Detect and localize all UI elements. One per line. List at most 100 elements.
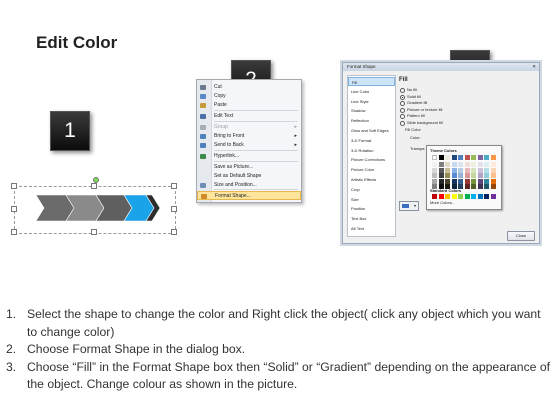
menu-item-save-as-picture[interactable]: Save as Picture... bbox=[197, 163, 301, 172]
color-swatch[interactable] bbox=[490, 178, 496, 184]
nav-item-line-style[interactable]: Line Style bbox=[348, 97, 395, 106]
color-swatch[interactable] bbox=[490, 162, 496, 167]
color-swatch[interactable] bbox=[484, 194, 489, 199]
menu-item-set-as-default-shape[interactable]: Set as Default Shape bbox=[197, 172, 301, 181]
color-swatch[interactable] bbox=[451, 178, 457, 184]
fill-option-solid-fill[interactable]: Solid fill bbox=[400, 94, 530, 100]
menu-item-send-to-back[interactable]: Send to Back ▸ bbox=[197, 141, 301, 150]
color-swatch[interactable] bbox=[471, 184, 476, 189]
color-swatch[interactable] bbox=[464, 173, 470, 178]
chevron-process-shape[interactable] bbox=[14, 186, 176, 236]
color-swatch[interactable] bbox=[464, 162, 470, 167]
color-swatch[interactable] bbox=[438, 162, 444, 167]
color-swatch[interactable] bbox=[432, 167, 437, 173]
fill-option-gradient-fill[interactable]: Gradient fill bbox=[400, 100, 530, 106]
color-swatch[interactable] bbox=[484, 162, 489, 167]
menu-item-edit-text[interactable]: Edit Text bbox=[197, 112, 301, 121]
color-swatch[interactable] bbox=[490, 167, 496, 173]
color-swatch[interactable] bbox=[464, 184, 470, 189]
color-swatch[interactable] bbox=[445, 173, 450, 178]
radio-button[interactable] bbox=[400, 94, 405, 100]
nav-item-picture-corrections[interactable]: Picture Corrections bbox=[348, 155, 395, 164]
more-colors-item[interactable]: More Colors... bbox=[430, 200, 455, 205]
color-swatch[interactable] bbox=[471, 178, 476, 184]
radio-button[interactable] bbox=[400, 114, 405, 119]
color-swatch[interactable] bbox=[484, 167, 489, 173]
color-swatch[interactable] bbox=[458, 167, 463, 173]
nav-item-crop[interactable]: Crop bbox=[348, 185, 395, 194]
menu-item-cut[interactable]: Cut bbox=[197, 83, 301, 92]
color-swatch[interactable] bbox=[477, 162, 483, 167]
nav-item-3-d-format[interactable]: 3-D Format bbox=[348, 136, 395, 145]
color-swatch[interactable] bbox=[445, 178, 450, 184]
color-swatch[interactable] bbox=[471, 194, 476, 199]
radio-button[interactable] bbox=[400, 107, 405, 113]
color-swatch[interactable] bbox=[445, 155, 450, 160]
color-swatch[interactable] bbox=[477, 184, 483, 189]
color-swatch[interactable] bbox=[458, 194, 463, 199]
color-swatch[interactable] bbox=[477, 194, 483, 199]
color-swatch[interactable] bbox=[432, 155, 437, 160]
color-swatch[interactable] bbox=[458, 178, 463, 184]
menu-item-copy[interactable]: Copy bbox=[197, 92, 301, 101]
color-swatch[interactable] bbox=[438, 173, 444, 178]
color-swatch[interactable] bbox=[464, 194, 470, 199]
nav-item-3-d-rotation[interactable]: 3-D Rotation bbox=[348, 146, 395, 155]
color-swatch[interactable] bbox=[464, 178, 470, 184]
rotation-handle[interactable] bbox=[93, 177, 99, 183]
color-swatch[interactable] bbox=[445, 194, 450, 199]
color-swatch[interactable] bbox=[445, 162, 450, 167]
color-swatch[interactable] bbox=[432, 173, 437, 178]
color-swatch[interactable] bbox=[477, 167, 483, 173]
color-swatch[interactable] bbox=[471, 162, 476, 167]
color-swatch[interactable] bbox=[490, 173, 496, 178]
color-swatch[interactable] bbox=[458, 173, 463, 178]
color-swatch[interactable] bbox=[471, 173, 476, 178]
color-swatch[interactable] bbox=[477, 155, 483, 160]
fill-option-no-fill[interactable]: No fill bbox=[400, 87, 530, 93]
color-swatch[interactable] bbox=[432, 162, 437, 167]
radio-button[interactable] bbox=[400, 101, 405, 106]
color-swatch[interactable] bbox=[451, 194, 457, 199]
color-swatch[interactable] bbox=[451, 155, 457, 160]
nav-item-fill[interactable]: Fill bbox=[348, 77, 395, 86]
color-swatch[interactable] bbox=[490, 184, 496, 189]
fill-option-picture-or-texture-fill[interactable]: Picture or texture fill bbox=[400, 107, 530, 113]
nav-item-line-color[interactable]: Line Color bbox=[348, 87, 395, 96]
menu-item-paste[interactable]: Paste bbox=[197, 101, 301, 110]
color-swatch[interactable] bbox=[464, 167, 470, 173]
nav-item-position[interactable]: Position bbox=[348, 204, 395, 213]
color-swatch[interactable] bbox=[471, 167, 476, 173]
nav-item-text-box[interactable]: Text Box bbox=[348, 214, 395, 223]
color-swatch[interactable] bbox=[451, 162, 457, 167]
color-swatch[interactable] bbox=[484, 155, 489, 160]
color-swatch[interactable] bbox=[432, 194, 437, 199]
menu-item-size-and-position[interactable]: Size and Position... bbox=[197, 181, 301, 190]
color-swatch[interactable] bbox=[484, 184, 489, 189]
close-button[interactable]: Close bbox=[507, 231, 535, 241]
nav-item-glow-and-soft-edges[interactable]: Glow and Soft Edges bbox=[348, 126, 395, 135]
nav-item-artistic-effects[interactable]: Artistic Effects bbox=[348, 175, 395, 184]
radio-button[interactable] bbox=[400, 88, 405, 93]
nav-item-shadow[interactable]: Shadow bbox=[348, 106, 395, 115]
color-swatch[interactable] bbox=[484, 178, 489, 184]
color-swatch[interactable] bbox=[477, 173, 483, 178]
color-swatch[interactable] bbox=[438, 194, 444, 199]
color-swatch[interactable] bbox=[438, 155, 444, 160]
color-swatch[interactable] bbox=[464, 155, 470, 160]
menu-item-hyperlink[interactable]: Hyperlink... bbox=[197, 152, 301, 161]
color-swatch[interactable] bbox=[458, 155, 463, 160]
menu-item-format-shape[interactable]: Format Shape... bbox=[197, 191, 301, 200]
close-icon[interactable]: ✕ bbox=[532, 63, 536, 71]
color-swatch[interactable] bbox=[432, 178, 437, 184]
color-swatch[interactable] bbox=[484, 173, 489, 178]
radio-button[interactable] bbox=[400, 120, 405, 126]
nav-item-size[interactable]: Size bbox=[348, 195, 395, 204]
color-swatch[interactable] bbox=[471, 155, 476, 160]
color-swatch[interactable] bbox=[445, 167, 450, 173]
fill-option-slide-background-fill[interactable]: Slide background fill bbox=[400, 120, 530, 126]
nav-item-reflection[interactable]: Reflection bbox=[348, 116, 395, 125]
color-swatch[interactable] bbox=[490, 194, 496, 199]
fill-option-pattern-fill[interactable]: Pattern fill bbox=[400, 113, 530, 119]
color-swatch[interactable] bbox=[451, 173, 457, 178]
